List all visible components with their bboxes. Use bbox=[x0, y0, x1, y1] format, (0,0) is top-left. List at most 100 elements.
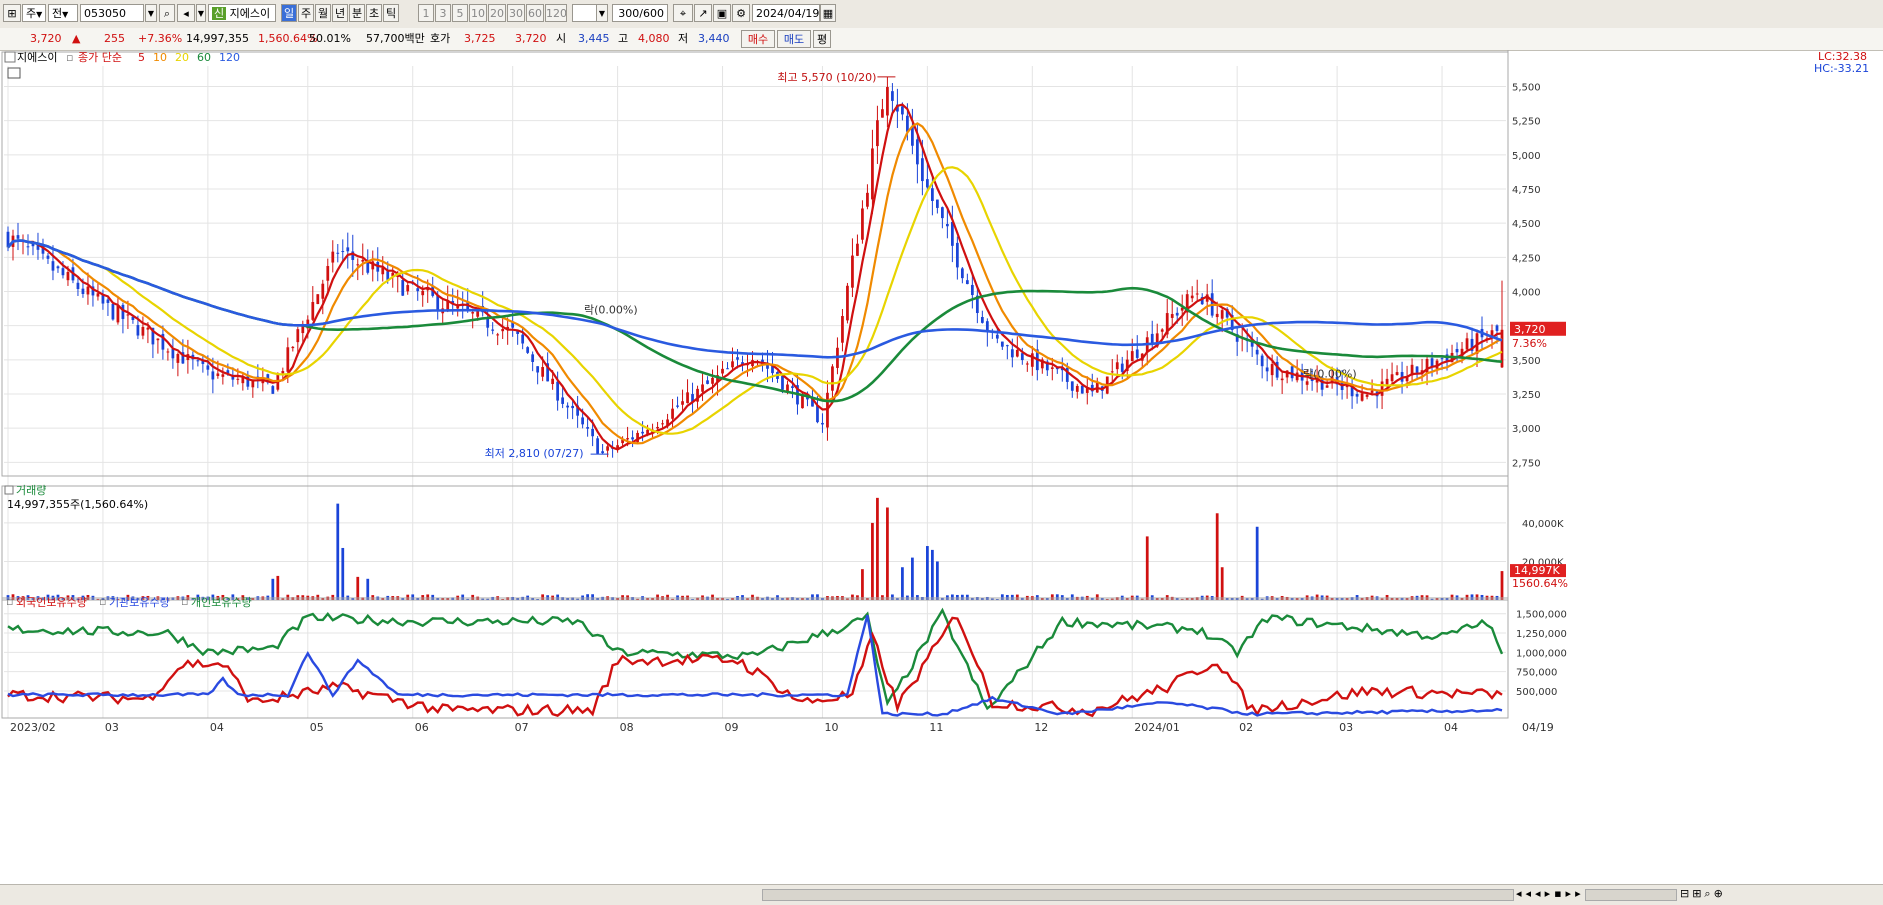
candle-body bbox=[1260, 355, 1264, 367]
candle-body bbox=[311, 302, 315, 320]
candle-body bbox=[356, 264, 360, 266]
candle-body bbox=[846, 285, 849, 321]
scrollbar[interactable] bbox=[762, 889, 1514, 901]
minute-step-6[interactable]: 60 bbox=[526, 4, 544, 22]
interval-6[interactable]: 틱 bbox=[383, 4, 399, 22]
sell-button[interactable]: 매도 bbox=[777, 30, 811, 48]
candle-body bbox=[936, 199, 939, 208]
candle-body bbox=[1160, 329, 1164, 332]
chevron-down-icon[interactable]: ▼ bbox=[196, 4, 206, 22]
crosshair-icon[interactable]: ⌖ bbox=[673, 4, 693, 22]
vol-title: 거래량 bbox=[16, 484, 46, 497]
candle-body bbox=[816, 405, 819, 423]
minute-step-2[interactable]: 5 bbox=[452, 4, 468, 22]
candle-body bbox=[1255, 349, 1259, 355]
volume-bar bbox=[1480, 594, 1484, 600]
current-price: 3,720 bbox=[30, 32, 62, 45]
candle-body bbox=[701, 384, 704, 392]
volume-bar bbox=[931, 549, 934, 600]
volume-bar bbox=[591, 594, 594, 600]
candle-body bbox=[606, 446, 609, 451]
volume-bar bbox=[461, 594, 465, 600]
stock-name-field[interactable]: 신 지에스이 bbox=[208, 4, 276, 22]
status-bar: ◂◂◂▸▪▸▸ ⊟⊞⌕⊕ bbox=[0, 884, 1883, 905]
minute-step-3[interactable]: 10 bbox=[469, 4, 487, 22]
hold-tick-label: 500,000 bbox=[1516, 687, 1557, 698]
period-select[interactable]: 주▼ bbox=[22, 4, 46, 22]
volume-bar bbox=[955, 594, 959, 600]
nav-controls[interactable]: ◂◂◂▸▪▸▸ bbox=[1516, 887, 1585, 900]
candle-body bbox=[291, 346, 295, 349]
candle-body bbox=[1290, 366, 1294, 379]
candle-body bbox=[206, 365, 210, 370]
candle-body bbox=[1365, 394, 1369, 397]
zoom-slider[interactable] bbox=[1585, 889, 1677, 901]
minute-step-7[interactable]: 120 bbox=[545, 4, 567, 22]
price-tick-label: 3,250 bbox=[1512, 390, 1541, 401]
ma-120-line bbox=[7, 239, 1503, 359]
up-arrow-icon: ▲ bbox=[72, 32, 81, 45]
price-tick-label: 3,500 bbox=[1512, 356, 1541, 367]
candle-body bbox=[676, 405, 679, 407]
candle-body bbox=[1385, 378, 1389, 385]
volume-bar bbox=[1050, 594, 1054, 600]
toolbar: ⊞ 주▼ 전▼ 053050 ▼ ⌕ ◂ ▼ 신 지에스이 일주월년분초틱 13… bbox=[0, 0, 1883, 29]
candle-body bbox=[1025, 363, 1029, 365]
chart-area[interactable]: 2,7503,0003,2503,5003,7504,0004,2504,500… bbox=[0, 50, 1883, 884]
candle-body bbox=[706, 380, 709, 384]
gear-icon[interactable]: ⚙ bbox=[732, 4, 750, 22]
save-icon[interactable]: ▣ bbox=[713, 4, 731, 22]
candle-body bbox=[661, 423, 664, 425]
minute-step-1[interactable]: 3 bbox=[435, 4, 451, 22]
x-tick-label: 12 bbox=[1034, 721, 1048, 734]
interval-0[interactable]: 일 bbox=[281, 4, 297, 22]
volume-bar bbox=[960, 594, 964, 600]
interval-3[interactable]: 년 bbox=[332, 4, 348, 22]
candle-body bbox=[1195, 293, 1199, 295]
volume-bar bbox=[1000, 594, 1004, 600]
search-icon[interactable]: ⌕ bbox=[159, 4, 175, 22]
speaker-icon[interactable]: ◂ bbox=[177, 4, 195, 22]
volume-bar bbox=[911, 557, 914, 600]
calendar-icon[interactable]: ▦ bbox=[820, 4, 836, 22]
candle-body bbox=[856, 243, 859, 256]
date-input[interactable]: 2024/04/19 bbox=[752, 4, 820, 22]
interval-5[interactable]: 초 bbox=[366, 4, 382, 22]
bar-count-input[interactable]: 300/600 bbox=[612, 4, 668, 22]
holding-legend-0: 외국인보유수량 bbox=[16, 596, 87, 609]
interval-4[interactable]: 분 bbox=[349, 4, 365, 22]
minute-step-4[interactable]: 20 bbox=[488, 4, 506, 22]
volume-bar bbox=[556, 594, 560, 600]
code-dropdown-icon[interactable]: ▼ bbox=[145, 4, 157, 22]
layout-icon[interactable]: ⊞ bbox=[3, 4, 21, 22]
candle-body bbox=[166, 351, 170, 353]
candle-body bbox=[641, 431, 644, 434]
legend-marker-icon: ▫ bbox=[6, 595, 13, 608]
eval-button[interactable]: 평 bbox=[813, 30, 831, 48]
x-tick-label: 02 bbox=[1239, 721, 1253, 734]
stock-code-input[interactable]: 053050 bbox=[80, 4, 144, 22]
candle-body bbox=[1270, 364, 1274, 376]
x-tick-label: 03 bbox=[105, 721, 119, 734]
interval-1[interactable]: 주 bbox=[298, 4, 314, 22]
hold-tick-label: 1,000,000 bbox=[1516, 648, 1567, 659]
chevron-down-icon[interactable]: ▼ bbox=[596, 4, 608, 22]
candle-body bbox=[1135, 349, 1139, 358]
chart-type-icon[interactable]: ↗ bbox=[694, 4, 712, 22]
buy-button[interactable]: 매수 bbox=[741, 30, 775, 48]
candle-body bbox=[1370, 390, 1374, 393]
zoom-icons[interactable]: ⊟⊞⌕⊕ bbox=[1680, 887, 1726, 901]
legend-ma-20: 20 bbox=[175, 51, 189, 64]
candle-body bbox=[121, 304, 125, 319]
minute-step-5[interactable]: 30 bbox=[507, 4, 525, 22]
candle-body bbox=[326, 266, 330, 281]
interval-2[interactable]: 월 bbox=[315, 4, 331, 22]
market-select[interactable]: 전▼ bbox=[48, 4, 78, 22]
candle-body bbox=[1070, 381, 1074, 391]
price-tick-label: 5,250 bbox=[1512, 117, 1541, 128]
volume-bar bbox=[1475, 594, 1479, 600]
candle-body bbox=[581, 417, 584, 425]
volume-bar bbox=[876, 497, 879, 600]
minute-step-0[interactable]: 1 bbox=[418, 4, 434, 22]
candle-body bbox=[1190, 295, 1194, 299]
